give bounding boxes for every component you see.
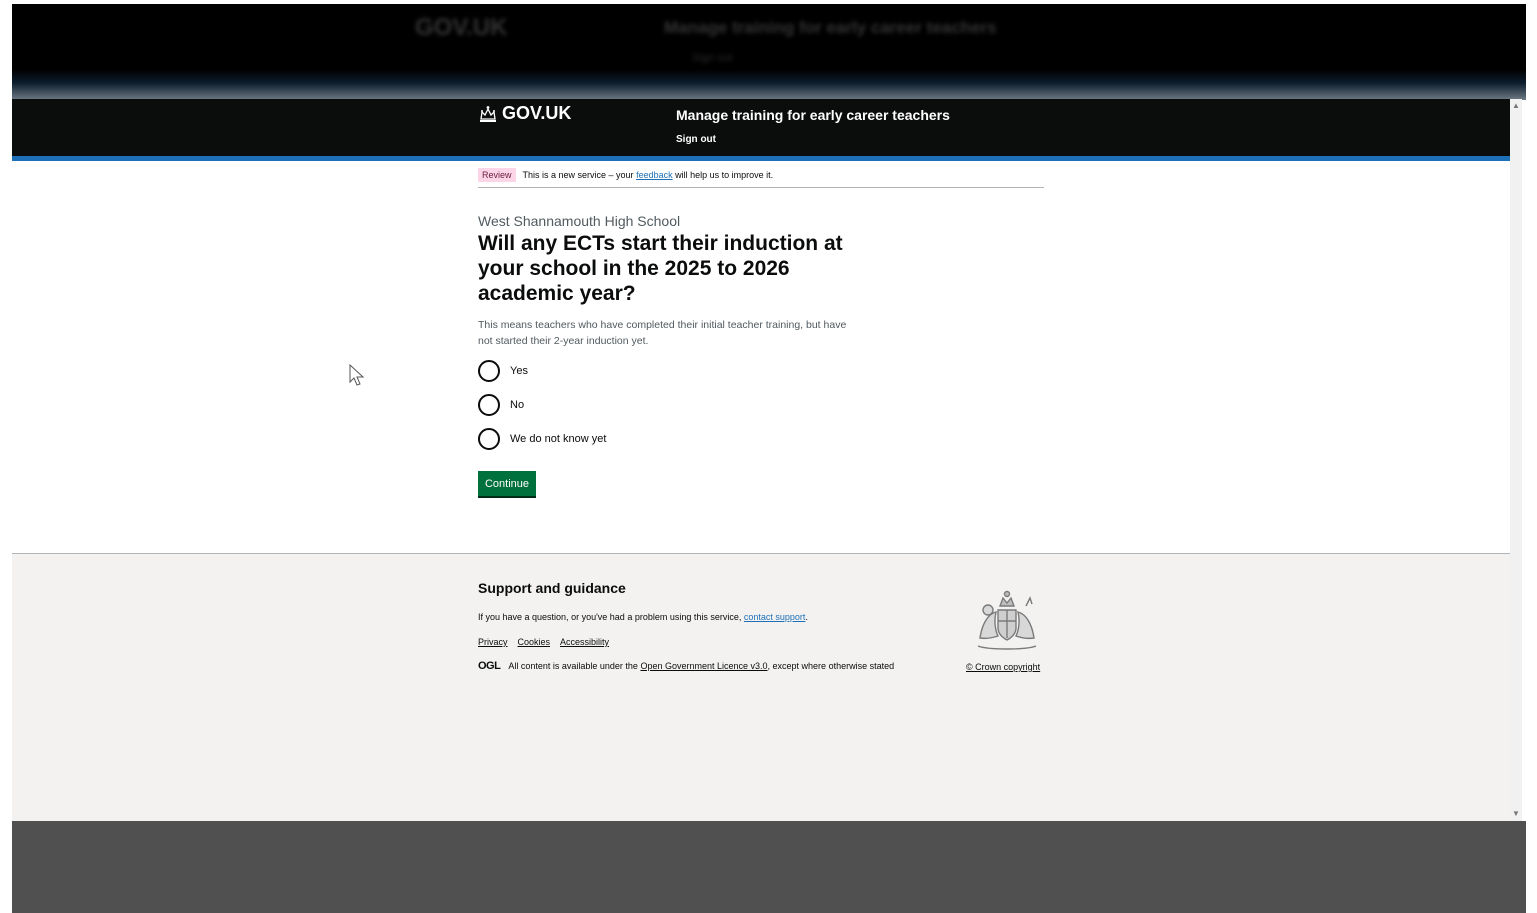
- ghost-header: GOV.UK Manage training for early career …: [12, 4, 1526, 100]
- screen-frame: GOV.UK Manage training for early career …: [0, 0, 1537, 913]
- licence-text-after: , except where otherwise stated: [767, 661, 895, 671]
- phase-text-after: will help us to improve it.: [675, 170, 774, 180]
- scroll-down-arrow-icon[interactable]: ▼: [1512, 810, 1520, 818]
- support-text: If you have a question, or you've had a …: [478, 612, 808, 622]
- ghost-logo: GOV.UK: [415, 14, 508, 41]
- school-caption: West Shannamouth High School: [478, 213, 681, 229]
- crown-icon: [480, 105, 496, 122]
- radio-no[interactable]: No: [478, 394, 524, 416]
- bottom-dark-area: [12, 821, 1526, 913]
- phase-tag: Review: [478, 168, 516, 182]
- page-title: Will any ECTs start their induction at y…: [478, 232, 843, 305]
- radio-do-not-know[interactable]: We do not know yet: [478, 428, 606, 450]
- radio-label[interactable]: We do not know yet: [510, 433, 606, 445]
- radio-label[interactable]: Yes: [510, 365, 528, 377]
- govuk-header: GOV.UK Manage training for early career …: [12, 99, 1510, 161]
- footer-link-accessibility[interactable]: Accessibility: [560, 637, 609, 647]
- licence-text-before: All content is available under the: [508, 661, 638, 671]
- footer-link-cookies[interactable]: Cookies: [518, 637, 551, 647]
- continue-button[interactable]: Continue: [478, 471, 536, 496]
- vertical-scrollbar[interactable]: ▲ ▼: [1510, 99, 1522, 821]
- service-name[interactable]: Manage training for early career teacher…: [676, 107, 950, 123]
- footer-heading: Support and guidance: [478, 580, 626, 596]
- radio-label[interactable]: No: [510, 399, 524, 411]
- footer-link-privacy[interactable]: Privacy: [478, 637, 508, 647]
- sign-out-link[interactable]: Sign out: [676, 134, 716, 145]
- support-text-end: .: [805, 612, 808, 622]
- radio-button[interactable]: [478, 428, 500, 450]
- footer-links: Privacy Cookies Accessibility: [478, 637, 609, 647]
- scroll-up-arrow-icon[interactable]: ▲: [1512, 102, 1520, 110]
- feedback-link[interactable]: feedback: [636, 170, 673, 180]
- question-hint: This means teachers who have completed t…: [478, 319, 847, 347]
- ghost-service-name: Manage training for early career teacher…: [664, 18, 997, 37]
- phase-text-before: This is a new service – your: [522, 170, 634, 180]
- licence-row: OGL All content is available under the O…: [478, 660, 894, 672]
- govuk-footer: Support and guidance If you have a quest…: [12, 553, 1510, 821]
- mouse-pointer-icon: [349, 364, 365, 386]
- contact-support-link[interactable]: contact support: [744, 612, 806, 622]
- radio-button[interactable]: [478, 394, 500, 416]
- radio-button[interactable]: [478, 360, 500, 382]
- browser-viewport: GOV.UK Manage training for early career …: [12, 99, 1510, 821]
- phase-banner: Review This is a new service – your feed…: [478, 163, 1044, 188]
- ghost-sign-out: Sign out: [692, 52, 733, 64]
- royal-coat-of-arms-icon: [977, 590, 1037, 650]
- govuk-logo-link[interactable]: GOV.UK: [478, 103, 571, 124]
- support-text-before: If you have a question, or you've had a …: [478, 612, 742, 622]
- ogl-logo-icon: OGL: [478, 660, 501, 672]
- licence-link[interactable]: Open Government Licence v3.0: [640, 661, 767, 671]
- logo-text: GOV.UK: [502, 103, 572, 123]
- radio-yes[interactable]: Yes: [478, 360, 528, 382]
- crown-copyright-link[interactable]: © Crown copyright: [966, 662, 1040, 672]
